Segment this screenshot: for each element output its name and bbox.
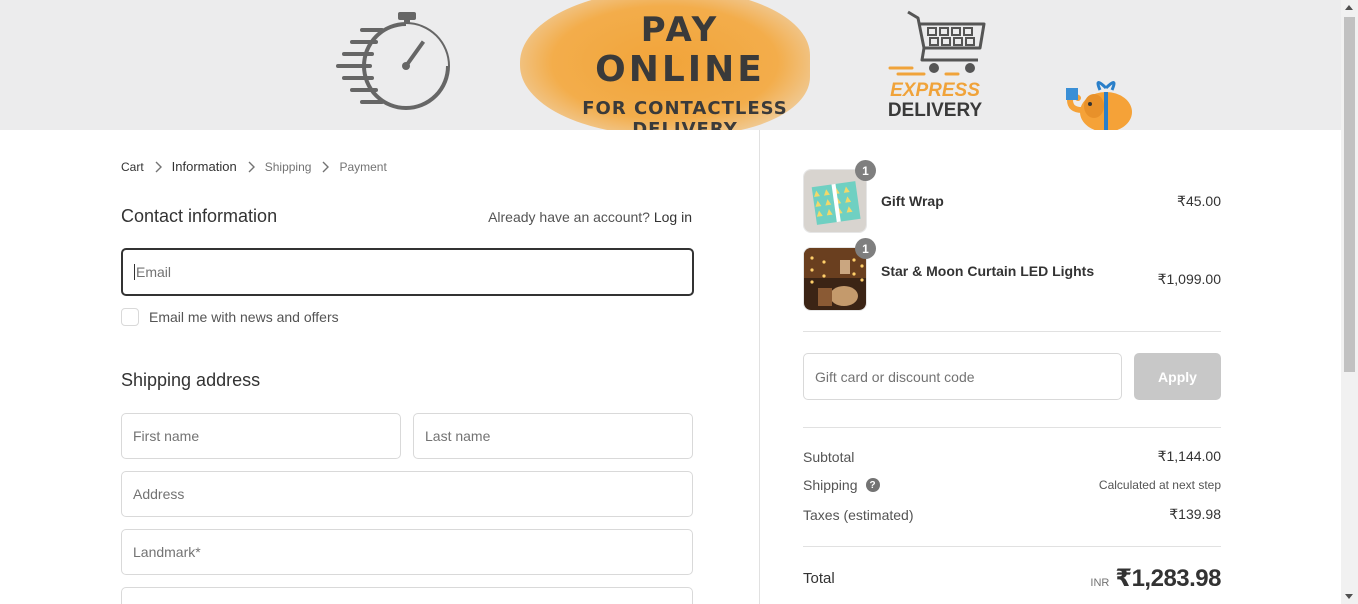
chevron-right-icon <box>322 161 330 172</box>
elephant-gift-icon <box>1066 81 1132 130</box>
breadcrumb-information: Information <box>171 159 237 174</box>
last-name-placeholder: Last name <box>425 428 491 444</box>
address-placeholder: Address <box>133 486 185 502</box>
express-text: EXPRESS <box>890 80 980 101</box>
order-summary: 1 Gift Wrap ₹45.00 1 Star & Moon Curtain… <box>761 130 1341 604</box>
product-thumbnail: 1 <box>803 238 876 311</box>
taxes-label: Taxes (estimated) <box>803 506 914 523</box>
gift-wrap-image <box>804 170 866 232</box>
line-item: 1 Star & Moon Curtain LED Lights ₹1,099.… <box>803 238 1221 311</box>
total-label: Total <box>803 570 835 587</box>
chevron-right-icon <box>248 161 255 172</box>
first-name-placeholder: First name <box>133 428 200 444</box>
apply-button[interactable]: Apply <box>1134 353 1221 400</box>
login-link[interactable]: Log in <box>654 209 692 225</box>
divider <box>803 546 1221 547</box>
email-field[interactable]: Email <box>121 248 694 296</box>
scrollbar-thumb[interactable] <box>1344 17 1355 372</box>
divider <box>803 427 1221 428</box>
divider <box>803 331 1221 332</box>
total-row: Total INR ₹1,283.98 <box>803 564 1221 593</box>
line-item: 1 Gift Wrap ₹45.00 <box>803 160 1221 233</box>
taxes-row: Taxes (estimated) ₹139.98 <box>803 506 1221 523</box>
product-price: ₹45.00 <box>1177 192 1221 209</box>
shopping-cart-icon <box>888 10 986 76</box>
last-name-field[interactable]: Last name <box>413 413 693 459</box>
quantity-badge: 1 <box>855 238 876 259</box>
address-field[interactable]: Address <box>121 471 693 517</box>
subtotal-row: Subtotal ₹1,144.00 <box>803 448 1221 465</box>
breadcrumb-payment: Payment <box>339 159 387 174</box>
next-address-field[interactable] <box>121 587 693 604</box>
page-scrollbar[interactable] <box>1341 0 1358 604</box>
quantity-badge: 1 <box>855 160 876 181</box>
first-name-field[interactable]: First name <box>121 413 401 459</box>
subtotal-value: ₹1,144.00 <box>1157 448 1221 464</box>
help-icon[interactable]: ? <box>865 478 880 492</box>
discount-code-field[interactable]: Gift card or discount code <box>803 353 1122 400</box>
total-amount-group: INR ₹1,283.98 <box>1090 564 1221 593</box>
newsletter-option[interactable]: Email me with news and offers <box>121 308 339 326</box>
product-thumbnail: 1 <box>803 160 876 233</box>
landmark-placeholder: Landmark* <box>133 544 201 560</box>
shipping-label-group: Shipping ? <box>803 477 880 493</box>
account-prompt: Already have an account? Log in <box>488 209 692 225</box>
shipping-row: Shipping ? Calculated at next step <box>803 477 1221 493</box>
checkout-main: Cart Information Shipping Payment Contac… <box>0 130 760 604</box>
subtotal-label: Subtotal <box>803 448 855 465</box>
breadcrumb: Cart Information Shipping Payment <box>121 159 387 174</box>
contact-information-title: Contact information <box>121 206 278 226</box>
banner-line2: ONLINE <box>595 49 765 90</box>
total-value: ₹1,283.98 <box>1115 565 1221 592</box>
scroll-down-arrow-icon[interactable] <box>1345 594 1353 599</box>
breadcrumb-cart[interactable]: Cart <box>121 160 144 174</box>
shipping-address-title: Shipping address <box>121 370 261 390</box>
newsletter-label: Email me with news and offers <box>149 309 339 325</box>
product-name: Star & Moon Curtain LED Lights <box>881 263 1095 279</box>
stopwatch-icon <box>336 12 450 110</box>
promo-banner: PAY ONLINE FOR CONTACTLESS DELIVERY EXPR… <box>0 0 1341 130</box>
product-price: ₹1,099.00 <box>1157 270 1221 287</box>
chevron-right-icon <box>155 161 162 172</box>
currency-code: INR <box>1090 577 1110 589</box>
delivery-text: DELIVERY <box>887 100 983 121</box>
account-prompt-text: Already have an account? <box>488 209 650 225</box>
discount-placeholder: Gift card or discount code <box>815 368 975 385</box>
shipping-value: Calculated at next step <box>1098 478 1221 492</box>
product-name: Gift Wrap <box>881 193 944 209</box>
scroll-up-arrow-icon[interactable] <box>1345 5 1353 10</box>
breadcrumb-shipping: Shipping <box>264 159 312 174</box>
email-placeholder: Email <box>136 264 172 280</box>
led-lights-image <box>804 248 866 310</box>
banner-line1: PAY <box>640 10 720 50</box>
shipping-label: Shipping <box>803 477 858 493</box>
newsletter-checkbox[interactable] <box>121 308 139 326</box>
text-caret <box>134 264 135 280</box>
banner-line3: FOR CONTACTLESS DELIVERY <box>582 98 788 130</box>
landmark-field[interactable]: Landmark* <box>121 529 693 575</box>
taxes-value: ₹139.98 <box>1169 506 1221 522</box>
